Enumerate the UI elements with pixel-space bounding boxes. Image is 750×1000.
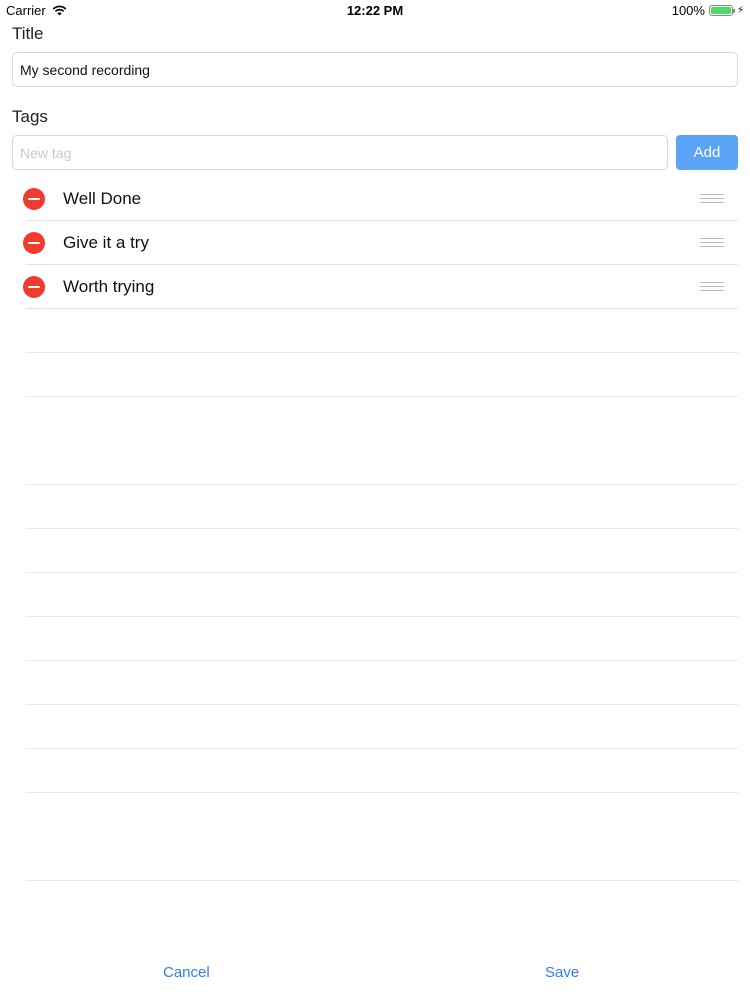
charging-bolt-icon: ⚡︎ bbox=[736, 5, 744, 16]
empty-row bbox=[0, 661, 750, 705]
battery-fill bbox=[710, 7, 731, 14]
add-tag-button[interactable]: Add bbox=[676, 135, 738, 170]
title-field[interactable] bbox=[12, 52, 738, 87]
empty-row bbox=[0, 749, 750, 793]
battery-icon bbox=[708, 5, 735, 16]
status-time: 12:22 PM bbox=[346, 3, 404, 18]
empty-row bbox=[0, 397, 750, 441]
reorder-handle-icon[interactable] bbox=[700, 282, 724, 292]
empty-list-rows bbox=[0, 309, 750, 881]
title-label: Title bbox=[12, 24, 44, 43]
list-item: Worth trying bbox=[0, 265, 750, 309]
reorder-handle-icon[interactable] bbox=[700, 194, 724, 204]
empty-row bbox=[0, 793, 750, 837]
tags-label: Tags bbox=[12, 107, 48, 126]
cancel-button[interactable]: Cancel bbox=[163, 964, 210, 981]
tag-label: Give it a try bbox=[63, 233, 149, 252]
bottom-toolbar: Cancel Save bbox=[0, 960, 750, 990]
delete-tag-button[interactable] bbox=[23, 276, 45, 298]
delete-tag-button[interactable] bbox=[23, 188, 45, 210]
save-button[interactable]: Save bbox=[545, 964, 579, 981]
tag-list: Well Done Give it a try Worth trying bbox=[0, 177, 750, 309]
empty-row bbox=[0, 573, 750, 617]
new-tag-input[interactable] bbox=[12, 135, 668, 170]
list-item: Well Done bbox=[0, 177, 750, 221]
empty-row bbox=[0, 837, 750, 881]
empty-row bbox=[0, 485, 750, 529]
empty-row bbox=[0, 705, 750, 749]
empty-row bbox=[0, 617, 750, 661]
tag-label: Well Done bbox=[63, 189, 142, 208]
empty-row bbox=[0, 441, 750, 485]
reorder-handle-icon[interactable] bbox=[700, 238, 724, 248]
list-item: Give it a try bbox=[0, 221, 750, 265]
tag-label: Worth trying bbox=[63, 277, 155, 296]
delete-tag-button[interactable] bbox=[23, 232, 45, 254]
status-bar: Carrier 12:22 PM 100% ⚡︎ bbox=[0, 0, 750, 20]
battery-percent: 100% bbox=[671, 3, 705, 18]
empty-row bbox=[0, 529, 750, 573]
empty-row bbox=[0, 353, 750, 397]
status-right: 100% ⚡︎ bbox=[672, 3, 744, 18]
empty-row bbox=[0, 309, 750, 353]
